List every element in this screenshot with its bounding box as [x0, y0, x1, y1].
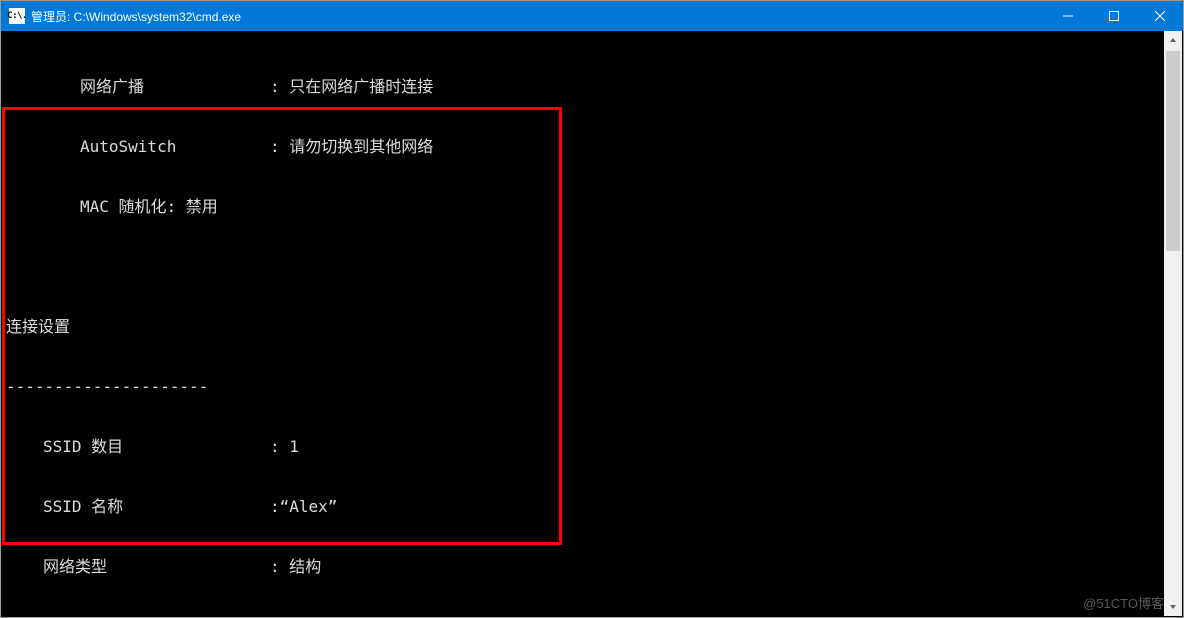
scroll-thumb[interactable] [1166, 51, 1180, 251]
cmd-icon: C:\. [9, 8, 25, 24]
scroll-up-button[interactable] [1164, 31, 1182, 49]
section-header-connection: 连接设置 [6, 317, 1160, 337]
blank-line [6, 257, 1160, 277]
output-line: SSID 名称:“Alex” [43, 497, 1160, 517]
cmd-window: C:\. 管理员: C:\Windows\system32\cmd.exe 网络… [0, 0, 1184, 618]
dashes: --------------------- [6, 377, 1160, 397]
output-line: 网络类型: 结构 [43, 557, 1160, 577]
output-line: AutoSwitch: 请勿切换到其他网络 [80, 137, 1160, 157]
maximize-button[interactable] [1091, 1, 1137, 31]
titlebar[interactable]: C:\. 管理员: C:\Windows\system32\cmd.exe [1, 1, 1183, 31]
output-line: 网络广播: 只在网络广播时连接 [80, 77, 1160, 97]
minimize-button[interactable] [1045, 1, 1091, 31]
window-title: 管理员: C:\Windows\system32\cmd.exe [31, 8, 241, 25]
vertical-scrollbar[interactable] [1164, 31, 1182, 616]
close-button[interactable] [1137, 1, 1183, 31]
output-line: MAC 随机化: 禁用 [80, 197, 1160, 217]
output-line: SSID 数目: 1 [43, 437, 1160, 457]
scroll-down-button[interactable] [1164, 598, 1182, 616]
terminal-output[interactable]: 网络广播: 只在网络广播时连接 AutoSwitch: 请勿切换到其他网络 MA… [2, 31, 1164, 616]
